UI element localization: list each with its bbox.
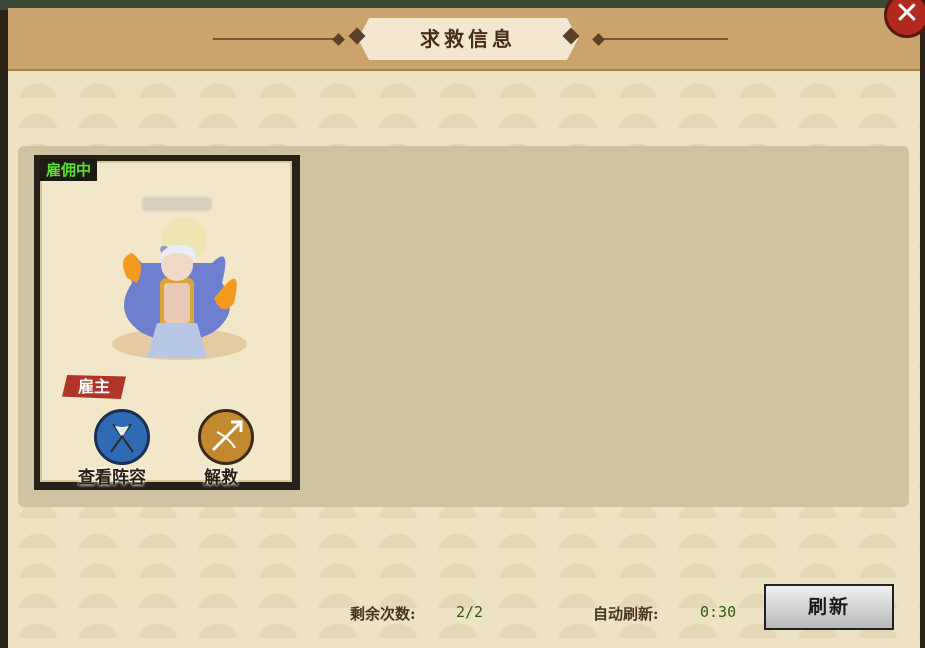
diamond-ornament-icon	[592, 33, 605, 46]
refresh-button-label: 刷新	[807, 596, 850, 618]
view-lineup-button[interactable]	[94, 409, 150, 465]
auto-refresh-timer: 0:30	[700, 603, 737, 621]
hero-portrait[interactable]	[102, 223, 252, 363]
refresh-button[interactable]: 刷新	[764, 584, 894, 630]
crossed-flags-icon	[110, 423, 134, 453]
host-tag: 雇主	[62, 375, 126, 399]
remaining-count-value: 2/2	[456, 603, 484, 621]
header-ornament-line-left	[213, 38, 338, 40]
rescue-info-dialog: 求救信息 雇主 查看阵容 解救 雇佣中 剩余次数: 2/2 自动刷新: 0:30…	[8, 8, 920, 648]
rescue-button[interactable]	[198, 409, 254, 465]
rescue-label[interactable]: 解救	[204, 463, 238, 488]
rescue-request-card: 雇主 查看阵容 解救 雇佣中	[34, 155, 300, 490]
dialog-title: 求救信息	[420, 27, 516, 51]
dialog-header: 求救信息	[8, 8, 920, 71]
close-button[interactable]: ✕	[884, 0, 925, 38]
close-icon: ✕	[894, 0, 920, 31]
player-name-blurred	[142, 197, 212, 211]
card-body: 雇主 查看阵容 解救	[40, 161, 292, 488]
hiring-status-tag: 雇佣中	[40, 159, 98, 181]
header-ornament-line-right	[598, 38, 728, 40]
diamond-ornament-icon	[332, 33, 345, 46]
view-lineup-label[interactable]: 查看阵容	[78, 463, 146, 488]
auto-refresh-label: 自动刷新:	[593, 605, 659, 623]
arrow-bow-icon	[211, 420, 243, 452]
remaining-count-label: 剩余次数:	[350, 605, 416, 623]
